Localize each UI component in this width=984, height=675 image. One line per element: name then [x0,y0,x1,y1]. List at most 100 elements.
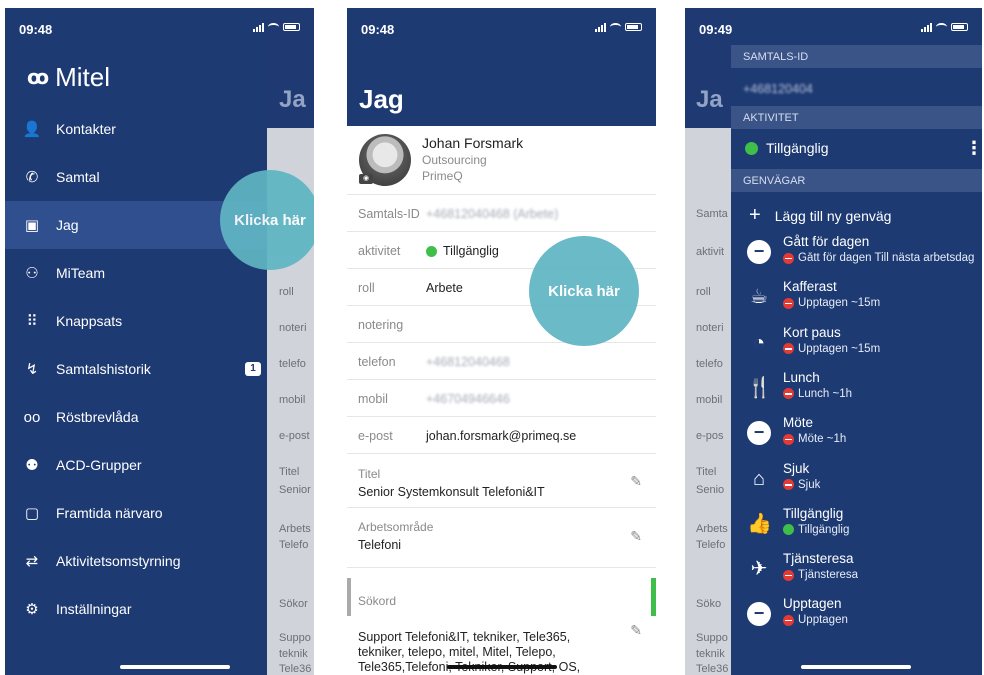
status-bar: 09:48 [347,8,656,46]
keypad-icon: ⠿ [26,313,38,330]
wifi-icon [936,23,947,31]
home-indicator [120,665,230,669]
shortcut-name: Möte [783,415,814,431]
menu-item-label: Röstbrevlåda [56,409,139,425]
shortcut-status: Gått för dagen Till nästa arbetsdag [798,252,975,264]
signal-icon [595,22,606,32]
shortcut-upptagen[interactable]: − Upptagen Upptagen [731,595,982,640]
background-cell: e-pos [696,430,724,442]
airplane-icon: ✈ [750,558,768,581]
background-cell: Tele36 [696,663,729,675]
clock-icon: ◔ [752,331,766,354]
edit-pencil-icon[interactable]: ✎ [630,622,642,639]
busy-dot-icon [783,388,794,400]
edit-pencil-icon[interactable]: ✎ [630,528,642,545]
calendar-icon: ▢ [24,505,40,522]
background-title: Ja [279,86,306,113]
shortcut-name: Tjänsteresa [783,551,854,567]
page-title: Jag [359,84,404,114]
busy-dot-icon [783,252,794,264]
signal-icon [921,22,932,32]
home-indicator [447,665,557,669]
minus-circle-icon: − [747,602,771,627]
team-icon: ⚇ [25,265,39,282]
call-id-value[interactable]: +468120404 [743,82,982,96]
status-time: 09:48 [19,22,53,37]
background-cell: Söko [696,598,722,610]
work-area-field[interactable]: Arbetsområde Telefoni ✎ [347,508,656,568]
menu-item-label: Knappsats [56,313,123,329]
background-cell: aktivit [696,246,725,258]
shortcut-status: Upptagen ~15m [798,297,881,310]
click-here-hint: Klicka här [220,170,314,270]
background-cell: telefo [279,358,306,370]
status-dot [426,245,437,257]
add-shortcut-button[interactable]: + Lägg till ny genväg [749,204,979,227]
home-indicator [801,665,911,669]
shortcut-tjänsteresa[interactable]: ✈ Tjänsteresa Tjänsteresa [731,550,982,595]
title-field[interactable]: Titel Senior Systemkonsult Telefoni&IT ✎ [347,455,656,508]
shortcut-tillgänglig[interactable]: 👍 Tillgänglig Tillgänglig [731,505,982,550]
status-icons [921,22,968,32]
section-call-id: SAMTALS-ID [731,45,982,68]
signal-icon [253,22,264,32]
status-dot [745,141,758,155]
busy-dot-icon [783,433,794,445]
background-cell: teknik [696,648,725,660]
field-samtals-id[interactable]: Samtals-ID +46812040468 (Arbete) [347,195,656,232]
gear-icon: ⚙ [25,601,39,618]
screen-activity: Ja Samta aktivit roll noteri telefo mobil e-po… [685,8,982,675]
shortcut-gått-för-dagen[interactable]: − Gått för dagen Gått för dagen Till nästa… [731,233,982,278]
field-mobil[interactable]: mobil +46704946646 [347,380,656,417]
busy-dot-icon [783,343,794,355]
menu-item-miteam[interactable]: ⚇ MiTeam [5,249,267,297]
background-cell: Suppo [696,632,728,644]
background-cell: Sökor [279,598,308,610]
shortcut-kafferast[interactable]: ☕ Kafferast Upptagen ~15m [731,278,982,323]
shortcut-status: Lunch ~1h [798,387,853,400]
available-dot-icon [783,524,794,536]
menu-item-label: Framtida närvaro [56,505,163,521]
busy-dot-icon [783,479,794,490]
more-options-icon[interactable]: ⋮ [965,138,982,159]
click-here-hint: Klicka här [529,236,639,346]
scroll-indicator-left [347,578,351,616]
background-profile-preview: Ja roll noteri telefo mobil e-post Titel Senio… [267,8,314,675]
menu-item-kontakter[interactable]: 👤 Kontakter [5,105,267,153]
busy-dot-icon [783,297,794,309]
shortcut-möte[interactable]: − Möte Möte ~1h [731,414,982,459]
menu-item-framtida-närvaro[interactable]: ▢ Framtida närvaro [5,489,267,537]
status-bar: 09:49 [685,8,982,46]
wifi-icon [610,23,621,31]
background-cell: Titel [696,466,717,478]
background-cell: mobil [696,394,723,406]
field-e-post[interactable]: e-post johan.forsmark@primeq.se [347,417,656,454]
menu-item-röstbrevlåda[interactable]: ᴏᴏ Röstbrevlåda [5,393,267,441]
field-telefon[interactable]: telefon +46812040468 [347,343,656,380]
keywords-label: Sökord [358,594,397,608]
id-card-icon: ▣ [24,217,40,234]
cutlery-icon: 🍴 [747,376,772,399]
home-icon: ⌂ [752,467,766,490]
camera-icon[interactable]: ◉ [359,174,373,184]
background-cell: teknik [279,648,308,660]
battery-icon [625,23,642,31]
menu-item-samtalshistorik[interactable]: ↯ Samtalshistorik 1 [5,345,267,393]
mitel-logo-icon: ꝏ [27,67,50,89]
menu-item-acd-grupper[interactable]: ⚉ ACD-Grupper [5,441,267,489]
background-cell: Tele36 [279,663,312,675]
minus-circle-icon: − [747,240,771,264]
shortcut-kort-paus[interactable]: ◔ Kort paus Upptagen ~15m [731,324,982,369]
profile-name: Johan Forsmark [422,135,524,151]
menu-item-aktivitetsomstyrning[interactable]: ⇄ Aktivitetsomstyrning [5,537,267,585]
background-cell: Arbets [696,523,728,535]
status-icons [253,22,300,32]
shortcut-sjuk[interactable]: ⌂ Sjuk Sjuk [731,460,982,505]
shortcut-lunch[interactable]: 🍴 Lunch Lunch ~1h [731,369,982,414]
edit-pencil-icon[interactable]: ✎ [630,473,642,490]
menu-item-knappsats[interactable]: ⠿ Knappsats [5,297,267,345]
menu-item-inställningar[interactable]: ⚙ Inställningar [5,585,267,633]
background-cell: Arbets [279,523,311,535]
menu-item-label: Samtalshistorik [56,361,151,377]
current-activity[interactable]: Tillgänglig [745,140,965,156]
